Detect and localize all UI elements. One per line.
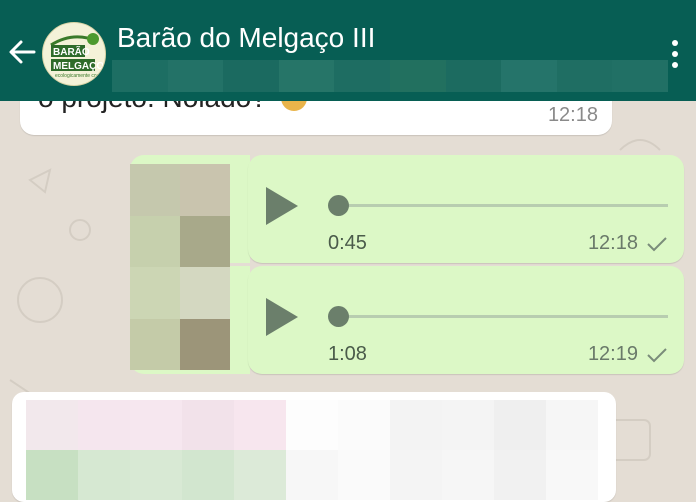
media-preview-redacted: [26, 400, 598, 500]
sender-avatar-redacted: [130, 164, 230, 370]
message-time: 12:19: [587, 343, 638, 365]
chat-title[interactable]: Barão do Melgaço III: [117, 22, 375, 54]
svg-text:ecologicamente correto: ecologicamente correto: [55, 73, 103, 79]
svg-text:BARÃO: BARÃO: [53, 45, 90, 58]
play-icon[interactable]: [262, 185, 300, 227]
audio-seek-handle[interactable]: [328, 306, 349, 327]
group-avatar[interactable]: BARÃO MELGAÇO ecologicamente correto: [42, 22, 106, 86]
audio-duration: 0:45: [328, 232, 367, 254]
audio-seek-handle[interactable]: [328, 195, 349, 216]
chat-header: BARÃO MELGAÇO ecologicamente correto Bar…: [0, 0, 696, 101]
voice-message[interactable]: 0:45 12:18: [248, 155, 684, 263]
audio-progress-track[interactable]: [338, 315, 668, 318]
check-icon: [647, 237, 667, 252]
audio-progress-track[interactable]: [338, 204, 668, 207]
back-arrow-icon[interactable]: [4, 32, 40, 72]
play-icon[interactable]: [262, 296, 300, 338]
group-members-redacted: [112, 60, 668, 92]
message-time: 12:18: [547, 104, 598, 126]
svg-text:MELGAÇO: MELGAÇO: [53, 61, 103, 72]
more-vertical-icon[interactable]: [664, 37, 686, 71]
message-time: 12:18: [587, 232, 638, 254]
voice-message[interactable]: 1:08 12:19: [248, 266, 684, 374]
check-icon: [647, 348, 667, 363]
audio-duration: 1:08: [328, 343, 367, 365]
barao-melgaco-logo: BARÃO MELGAÇO ecologicamente correto: [45, 25, 103, 83]
